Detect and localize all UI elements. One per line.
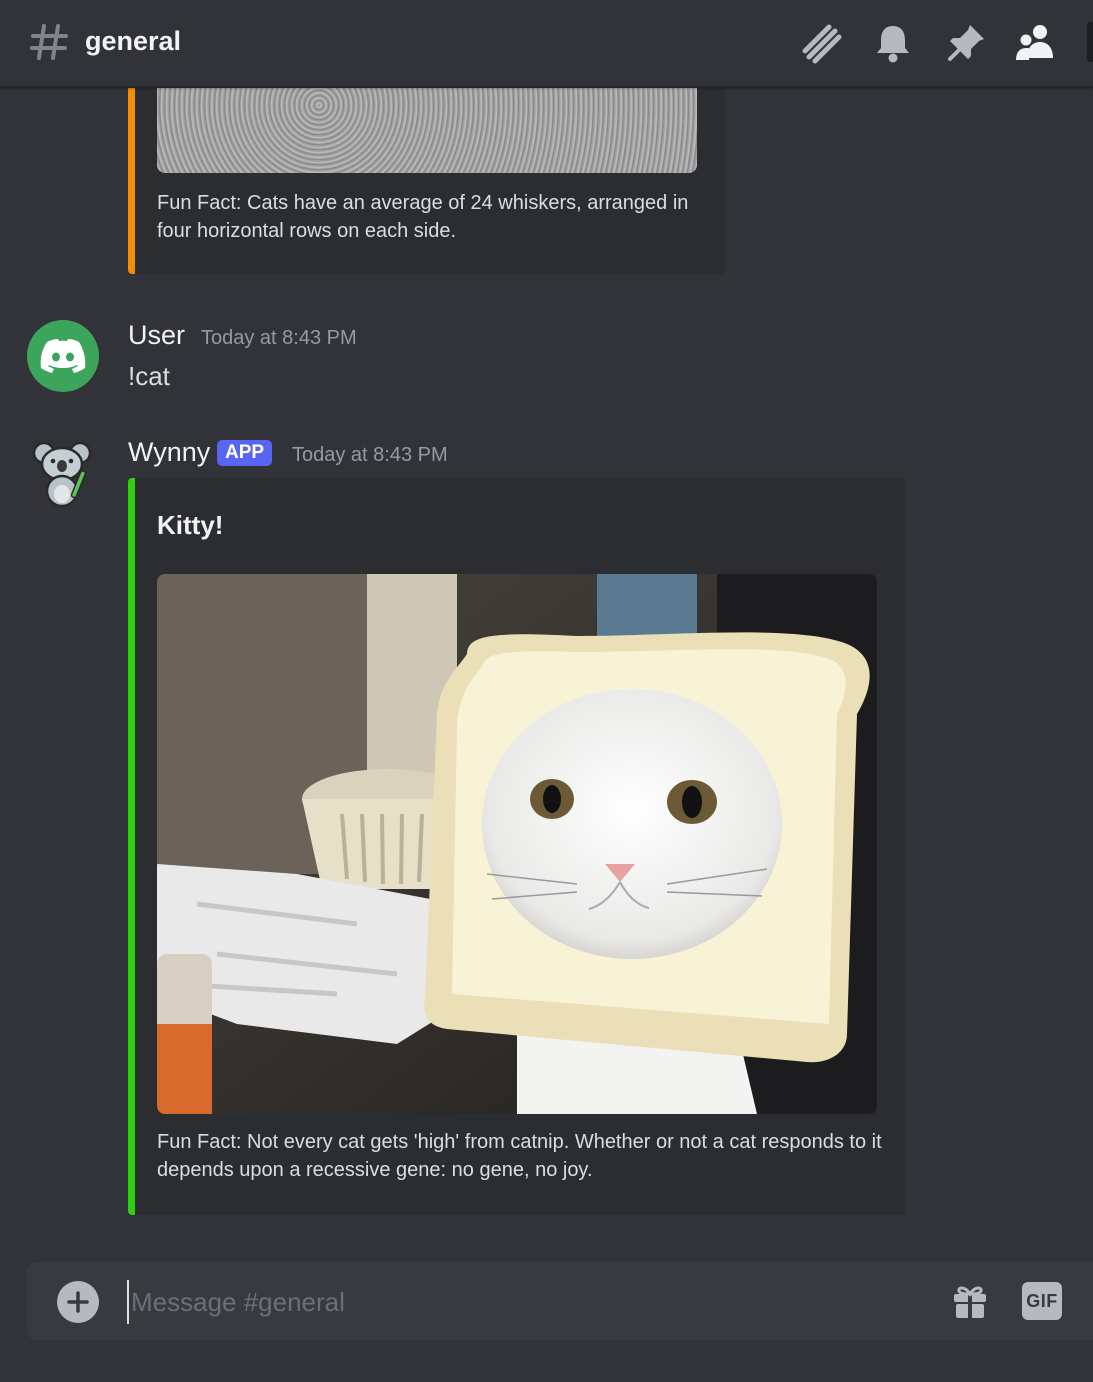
cat-embed: Kitty! Fun Fact: Not every cat gets 'hig…: [128, 478, 905, 1215]
channel-header: general: [0, 0, 1093, 88]
embed-description: Fun Fact: Cats have an average of 24 whi…: [157, 192, 689, 242]
gif-label: GIF: [1026, 1290, 1058, 1311]
channel-hash-icon: [30, 22, 68, 67]
pin-icon[interactable]: [943, 20, 989, 66]
discord-logo-icon: [40, 339, 86, 373]
members-icon[interactable]: [1014, 20, 1060, 66]
message-input[interactable]: [127, 1280, 913, 1324]
embed-title: Kitty!: [157, 510, 224, 540]
previous-embed: Fun Fact: Cats have an average of 24 whi…: [128, 60, 725, 274]
app-badge: APP: [217, 440, 273, 466]
header-edge: [1087, 22, 1093, 62]
message-timestamp: Today at 8:43 PM: [201, 327, 357, 349]
discord-logo-avatar[interactable]: [27, 320, 99, 392]
bell-icon[interactable]: [870, 20, 916, 66]
koala-avatar[interactable]: [27, 437, 99, 509]
cat-in-bread-photo[interactable]: [157, 574, 877, 1114]
embed-accent-bar: [128, 478, 135, 1215]
embed-accent-bar: [128, 60, 135, 274]
message-author[interactable]: Wynny: [128, 437, 210, 468]
channel-name: general: [85, 26, 182, 56]
add-attachment-icon[interactable]: [57, 1281, 99, 1323]
embed-description: Fun Fact: Not every cat gets 'high' from…: [157, 1131, 882, 1181]
message-content: !cat: [128, 361, 170, 391]
gift-icon[interactable]: [949, 1280, 991, 1322]
message-timestamp: Today at 8:43 PM: [292, 444, 448, 466]
threads-icon[interactable]: [798, 20, 844, 66]
koala-icon: [32, 441, 92, 508]
gif-icon[interactable]: GIF: [1022, 1282, 1062, 1320]
message-author[interactable]: User: [128, 320, 185, 351]
